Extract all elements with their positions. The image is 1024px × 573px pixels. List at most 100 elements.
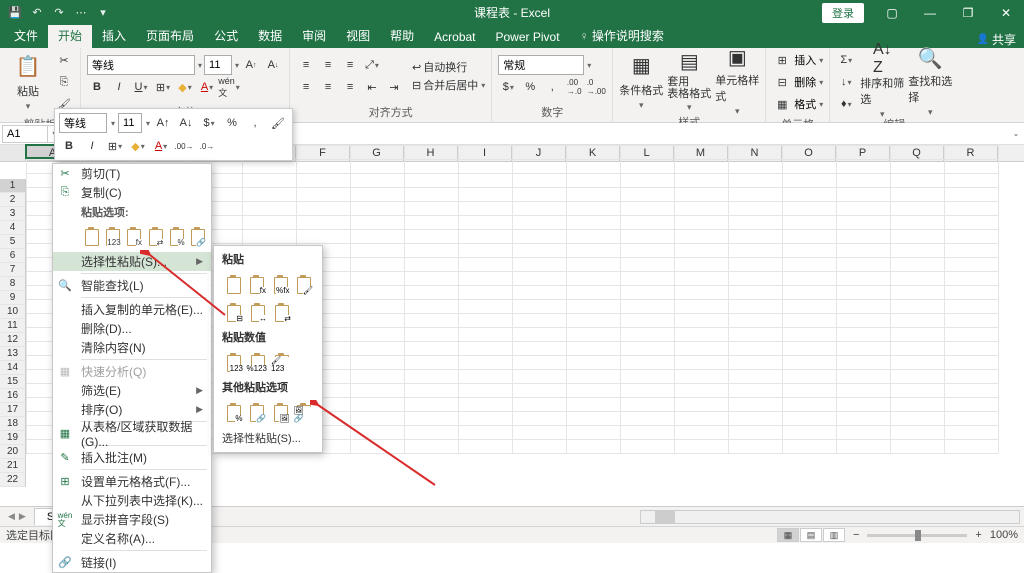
ctx-insert-comment[interactable]: ✎插入批注(M)	[53, 448, 211, 467]
row-header[interactable]: 11	[0, 319, 26, 333]
font-name-combo[interactable]: 等线	[87, 55, 195, 75]
tab-formulas[interactable]: 公式	[204, 23, 248, 48]
orientation-icon[interactable]: ⤢▾	[362, 55, 382, 75]
ctx-show-pinyin[interactable]: wén文显示拼音字段(S)	[53, 510, 211, 529]
ctx-sort[interactable]: 排序(O)▶	[53, 400, 211, 419]
mini-percent-icon[interactable]: %	[222, 113, 242, 133]
sub-paste-link2-icon[interactable]: 🔗	[246, 400, 268, 424]
cell-styles-button[interactable]: ▣单元格样式▾	[715, 50, 759, 112]
sub-formatting-icon[interactable]: %	[222, 400, 244, 424]
find-select-button[interactable]: 🔍查找和选择▾	[908, 51, 952, 113]
italic-icon[interactable]: I	[109, 77, 129, 97]
paste-transpose-icon[interactable]: ⇄	[145, 224, 164, 248]
row-header[interactable]: 20	[0, 445, 26, 459]
sub-values-num-fmt-icon[interactable]: %123	[246, 350, 268, 374]
insert-cells-button[interactable]: ⊞插入 ▾	[772, 50, 823, 70]
sub-values-src-fmt-icon[interactable]: 🖌123	[270, 350, 292, 374]
mini-italic-icon[interactable]: I	[82, 136, 102, 156]
select-all-corner[interactable]	[0, 145, 26, 161]
autosum-icon[interactable]: Σ▾	[836, 50, 856, 70]
mini-inc-decimal-icon[interactable]: .00→	[174, 136, 194, 156]
row-header[interactable]: 5	[0, 235, 26, 249]
mini-size-combo[interactable]: 11	[118, 113, 142, 133]
currency-icon[interactable]: $▾	[498, 77, 518, 97]
redo-icon[interactable]: ↷	[50, 4, 68, 22]
mini-fill-icon[interactable]: ◆▾	[128, 136, 148, 156]
paste-formulas-icon[interactable]: fx	[124, 224, 143, 248]
row-header[interactable]: 12	[0, 333, 26, 347]
zoom-level[interactable]: 100%	[990, 529, 1018, 541]
mini-font-combo[interactable]: 等线	[59, 113, 107, 133]
sub-values-icon[interactable]: 123	[222, 350, 244, 374]
tab-view[interactable]: 视图	[336, 23, 380, 48]
ctx-insert-copied[interactable]: 插入复制的单元格(E)...	[53, 300, 211, 319]
mini-dec-decimal-icon[interactable]: .0→	[197, 136, 217, 156]
number-format-combo[interactable]: 常规	[498, 55, 584, 75]
decrease-decimal-icon[interactable]: .0→.00	[586, 77, 606, 97]
ctx-from-table[interactable]: ▦从表格/区域获取数据(G)...	[53, 424, 211, 443]
zoom-out-icon[interactable]: −	[853, 529, 859, 541]
tab-review[interactable]: 审阅	[292, 23, 336, 48]
row-header[interactable]: 6	[0, 249, 26, 263]
zoom-slider[interactable]	[867, 534, 967, 537]
row-header[interactable]: 22	[0, 473, 26, 487]
align-right-icon[interactable]: ≡	[340, 77, 360, 97]
mini-increase-font-icon[interactable]: A↑	[153, 113, 173, 133]
ctx-format-cells[interactable]: ⊞设置单元格格式(F)...	[53, 472, 211, 491]
save-icon[interactable]: 💾	[6, 4, 24, 22]
ctx-define-name[interactable]: 定义名称(A)...	[53, 529, 211, 548]
normal-view-icon[interactable]: ▦	[777, 528, 799, 542]
sub-paste-formulas-fmt-icon[interactable]: %fx	[269, 272, 291, 296]
tab-powerpivot[interactable]: Power Pivot	[486, 26, 570, 48]
align-middle-icon[interactable]: ≡	[318, 55, 338, 75]
paste-button[interactable]: 📋 粘贴▾	[6, 51, 50, 113]
row-header[interactable]: 18	[0, 417, 26, 431]
comma-icon[interactable]: ,	[542, 77, 562, 97]
sub-picture-icon[interactable]: 🖼	[269, 400, 291, 424]
tab-home[interactable]: 开始	[48, 23, 92, 48]
mini-decrease-font-icon[interactable]: A↓	[176, 113, 196, 133]
sub-paste-col-width-icon[interactable]: ↔	[246, 300, 268, 324]
ctx-link[interactable]: 🔗链接(I)	[53, 553, 211, 572]
qat-more-icon[interactable]: ⋯	[72, 4, 90, 22]
fill-icon[interactable]: ↓▾	[836, 72, 856, 92]
align-bottom-icon[interactable]: ≡	[340, 55, 360, 75]
mini-currency-icon[interactable]: $▾	[199, 113, 219, 133]
tab-insert[interactable]: 插入	[92, 23, 136, 48]
ribbon-display-icon[interactable]: ▢	[874, 0, 910, 25]
row-header[interactable]: 3	[0, 207, 26, 221]
row-header[interactable]: 17	[0, 403, 26, 417]
row-header[interactable]: 14	[0, 361, 26, 375]
zoom-in-icon[interactable]: +	[975, 529, 981, 541]
tab-data[interactable]: 数据	[248, 23, 292, 48]
row-header[interactable]: 16	[0, 389, 26, 403]
increase-font-icon[interactable]: A↑	[241, 55, 261, 75]
ctx-cut[interactable]: ✂剪切(T)	[53, 164, 211, 183]
mini-border-icon[interactable]: ⊞▾	[105, 136, 125, 156]
page-break-view-icon[interactable]: ▥	[823, 528, 845, 542]
delete-cells-button[interactable]: ⊟删除 ▾	[772, 72, 823, 92]
percent-icon[interactable]: %	[520, 77, 540, 97]
sheet-nav-next-icon[interactable]: ▶	[19, 511, 26, 522]
row-header[interactable]: 9	[0, 291, 26, 305]
maximize-icon[interactable]: ❐	[950, 0, 986, 25]
decrease-font-icon[interactable]: A↓	[263, 55, 283, 75]
wrap-text-button[interactable]: ↩ 自动换行	[412, 59, 485, 75]
mini-font-color-icon[interactable]: A▾	[151, 136, 171, 156]
align-left-icon[interactable]: ≡	[296, 77, 316, 97]
fill-color-icon[interactable]: ◆▾	[175, 77, 195, 97]
sub-paste-formulas-icon[interactable]: fx	[246, 272, 268, 296]
undo-icon[interactable]: ↶	[28, 4, 46, 22]
tab-file[interactable]: 文件	[4, 23, 48, 48]
ctx-delete[interactable]: 删除(D)...	[53, 319, 211, 338]
mini-comma-icon[interactable]: ,	[245, 113, 265, 133]
row-header[interactable]: 13	[0, 347, 26, 361]
page-layout-view-icon[interactable]: ▤	[800, 528, 822, 542]
horizontal-scrollbar[interactable]	[640, 510, 1020, 524]
align-center-icon[interactable]: ≡	[318, 77, 338, 97]
underline-icon[interactable]: U▾	[131, 77, 151, 97]
row-header[interactable]: 1	[0, 179, 26, 193]
format-cells-button[interactable]: ▦格式 ▾	[772, 94, 823, 114]
pinyin-icon[interactable]: wén文▾	[219, 77, 239, 97]
row-header[interactable]: 19	[0, 431, 26, 445]
